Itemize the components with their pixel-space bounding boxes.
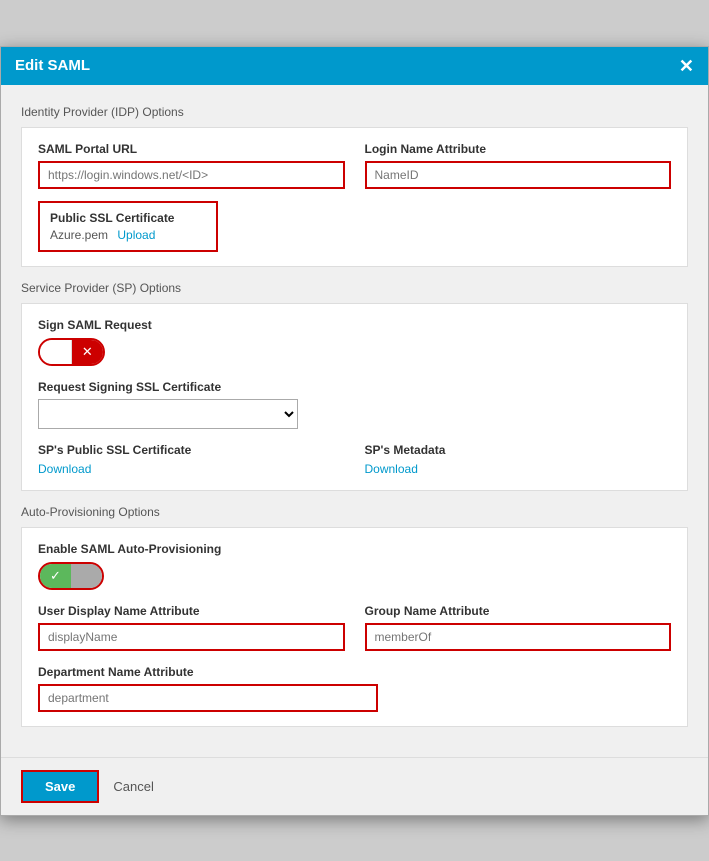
sign-saml-on-part [40,340,72,364]
auto-prov-section-box: Enable SAML Auto-Provisioning ✓ User Dis… [21,527,688,727]
group-name-col: Group Name Attribute [365,604,672,651]
sp-public-ssl-label: SP's Public SSL Certificate [38,443,345,457]
idp-section-box: SAML Portal URL Login Name Attribute Pub… [21,127,688,267]
sign-saml-off-part: ✕ [72,340,103,364]
sp-public-ssl-col: SP's Public SSL Certificate Download [38,443,345,476]
group-name-attr-label: Group Name Attribute [365,604,672,618]
modal-body: Identity Provider (IDP) Options SAML Por… [1,85,708,757]
edit-saml-modal: Edit SAML ✕ Identity Provider (IDP) Opti… [0,46,709,816]
auto-prov-toggle-row: ✓ [38,562,671,590]
auto-prov-section-label: Auto-Provisioning Options [21,505,688,519]
login-name-attr-input[interactable] [365,161,672,189]
ssl-cert-filename: Azure.pem [50,228,108,242]
auto-prov-toggle[interactable]: ✓ [38,562,104,590]
department-name-label: Department Name Attribute [38,665,378,679]
department-name-input[interactable] [38,684,378,712]
sp-metadata-label: SP's Metadata [365,443,672,457]
cancel-button[interactable]: Cancel [113,779,153,794]
sign-saml-label: Sign SAML Request [38,318,671,332]
sign-saml-toggle[interactable]: ✕ [38,338,105,366]
request-signing-ssl-label: Request Signing SSL Certificate [38,380,671,394]
upload-link[interactable]: Upload [117,228,155,242]
auto-prov-on-part: ✓ [40,564,71,588]
user-display-name-label: User Display Name Attribute [38,604,345,618]
request-signing-ssl-dropdown-wrap [38,399,671,429]
saml-portal-url-label: SAML Portal URL [38,142,345,156]
close-button[interactable]: ✕ [679,57,694,75]
public-ssl-cert-box: Public SSL Certificate Azure.pem Upload [38,201,218,252]
ssl-cert-label: Public SSL Certificate [50,211,206,225]
group-name-attr-input[interactable] [365,623,672,651]
auto-prov-off-part [71,564,102,588]
enable-auto-prov-label: Enable SAML Auto-Provisioning [38,542,671,556]
modal-header: Edit SAML ✕ [1,47,708,85]
request-signing-ssl-select[interactable] [38,399,298,429]
modal-footer: Save Cancel [1,757,708,815]
saml-portal-url-input[interactable] [38,161,345,189]
ssl-cert-file-row: Azure.pem Upload [50,228,206,242]
department-name-col: Department Name Attribute [38,665,378,712]
sp-links-row: SP's Public SSL Certificate Download SP'… [38,443,671,476]
login-name-attr-col: Login Name Attribute [365,142,672,189]
saml-portal-url-col: SAML Portal URL [38,142,345,189]
sp-metadata-download-link[interactable]: Download [365,462,418,476]
sign-saml-toggle-row: ✕ [38,338,671,366]
user-display-name-input[interactable] [38,623,345,651]
save-button[interactable]: Save [21,770,99,803]
sp-section-label: Service Provider (SP) Options [21,281,688,295]
sp-metadata-col: SP's Metadata Download [365,443,672,476]
sp-public-ssl-download-link[interactable]: Download [38,462,91,476]
idp-section-label: Identity Provider (IDP) Options [21,105,688,119]
login-name-attr-label: Login Name Attribute [365,142,672,156]
user-display-name-col: User Display Name Attribute [38,604,345,651]
modal-title: Edit SAML [15,57,90,74]
auto-prov-fields-row1: User Display Name Attribute Group Name A… [38,604,671,651]
idp-top-row: SAML Portal URL Login Name Attribute [38,142,671,189]
sp-section-box: Sign SAML Request ✕ Request Signing SSL … [21,303,688,491]
